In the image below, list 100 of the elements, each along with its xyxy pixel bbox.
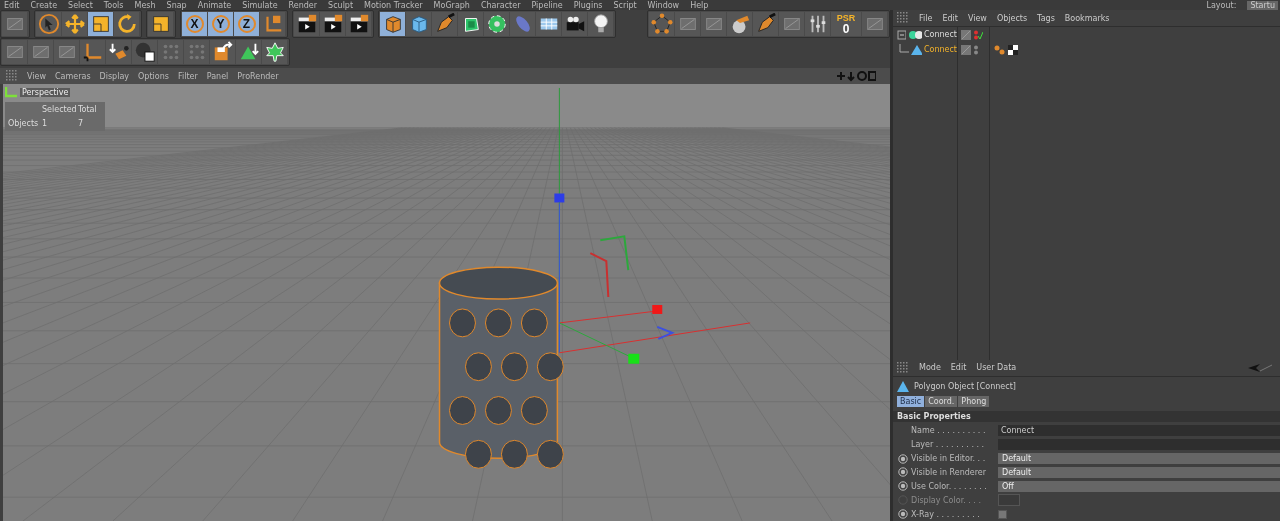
menu-item[interactable]: Mesh <box>134 1 156 10</box>
psr-button[interactable]: PSR 0 <box>831 12 861 36</box>
grip-icon <box>6 70 18 82</box>
toolbar-button[interactable] <box>210 40 235 64</box>
toolbar-button[interactable] <box>294 12 319 36</box>
menu-item[interactable]: MoGraph <box>433 1 470 10</box>
checkbox[interactable] <box>998 509 1007 519</box>
menu-item[interactable]: Sculpt <box>328 1 354 10</box>
field-label: Display Color. . . . <box>911 495 982 505</box>
object-title: Polygon Object [Connect] <box>914 381 1016 391</box>
maple-leaf-icon <box>263 41 286 63</box>
menu-item[interactable]: Plugins <box>573 1 603 10</box>
field-label: Layer . . . . . . . . . . <box>911 440 986 450</box>
color-swatch[interactable] <box>998 494 1020 507</box>
stats-header: Selected <box>42 105 78 114</box>
stats-value: 1 <box>42 119 49 128</box>
menu-item[interactable]: Tags <box>1037 13 1055 23</box>
object-name[interactable]: Connect <box>923 30 957 39</box>
menu-item[interactable]: Animate <box>197 1 232 10</box>
menu-item[interactable]: Display <box>99 71 130 81</box>
axis-lock-button[interactable]: Y <box>208 12 233 36</box>
menu-item[interactable]: Mode <box>919 363 941 373</box>
menu-item[interactable]: Filter <box>177 71 198 81</box>
menu-item[interactable]: File <box>919 13 933 23</box>
toolbar-button[interactable] <box>588 12 613 36</box>
menu-item[interactable]: View <box>967 13 987 23</box>
points-icon <box>650 13 673 35</box>
menu-item[interactable]: Objects <box>996 13 1028 23</box>
toolbar-button[interactable] <box>346 12 371 36</box>
menu-item[interactable]: Create <box>30 1 58 10</box>
move-cross-icon <box>63 13 86 35</box>
stats-value: 7 <box>78 119 85 128</box>
tab[interactable]: Basic <box>897 395 925 407</box>
view-navigation-icon[interactable] <box>836 70 876 82</box>
menu-item[interactable]: ProRender <box>237 71 279 81</box>
menu-item[interactable]: Edit <box>942 13 958 23</box>
menu-item[interactable]: Simulate <box>242 1 278 10</box>
sphere-square-icon <box>133 41 156 63</box>
rotate-ring-icon <box>115 13 138 35</box>
tab[interactable]: Coord. <box>925 395 958 407</box>
keyframe-radio-icon[interactable] <box>898 467 908 478</box>
polygon-object-icon <box>911 44 922 55</box>
menu-item[interactable]: Tools <box>103 1 124 10</box>
point-tag-icon[interactable] <box>994 44 1006 55</box>
toolbar-button[interactable] <box>106 40 131 64</box>
keyframe-radio-icon[interactable] <box>898 481 908 492</box>
expand-icon[interactable] <box>897 29 906 40</box>
tree-line-icon <box>897 43 910 56</box>
section-header: Basic Properties <box>893 410 1280 422</box>
menu-item[interactable]: Select <box>68 1 93 10</box>
menu-item[interactable]: Edit <box>950 363 967 373</box>
text-field[interactable]: Connect <box>998 425 1280 437</box>
checker-tag-icon[interactable] <box>1008 44 1018 55</box>
menu-item[interactable]: Help <box>690 1 709 10</box>
cursor-icon <box>37 13 60 35</box>
toolbar-button[interactable] <box>562 12 587 36</box>
toolbar-button[interactable] <box>536 12 561 36</box>
menu-item[interactable]: View <box>27 71 46 81</box>
field-label: Visible in Editor. . . <box>911 454 987 464</box>
menu-item[interactable]: Script <box>613 1 637 10</box>
menu-item[interactable]: Character <box>480 1 521 10</box>
menu-item[interactable]: Motion Tracker <box>364 1 423 10</box>
toolbar-button[interactable] <box>36 12 61 36</box>
field-label: Use Color. . . . . . . . <box>911 481 988 491</box>
menu-item[interactable]: Edit <box>4 1 20 10</box>
visibility-toggles-icon[interactable] <box>961 29 983 40</box>
object-name[interactable]: Connect <box>923 45 957 54</box>
menu-item[interactable]: Options <box>138 71 169 81</box>
toolbar-button[interactable] <box>753 12 778 36</box>
grip-icon <box>897 12 909 24</box>
axis-lock-button[interactable]: Z <box>234 12 259 36</box>
dropdown[interactable]: Default <box>998 453 1280 465</box>
toolbar-button[interactable] <box>432 12 457 36</box>
layout-label: Layout: <box>1206 1 1237 10</box>
toolbar-button[interactable] <box>458 12 483 36</box>
menu-item[interactable]: Snap <box>166 1 187 10</box>
menu-item[interactable]: Panel <box>206 71 229 81</box>
toolbar-button[interactable] <box>236 40 261 64</box>
stats-header: Total <box>78 105 98 114</box>
layout-dropdown[interactable]: Startu <box>1247 1 1278 10</box>
dropdown[interactable]: Default <box>998 466 1280 478</box>
stats-label: Objects <box>8 119 40 128</box>
axis-lock-button[interactable]: X <box>182 12 207 36</box>
keyframe-radio-icon[interactable] <box>898 453 908 464</box>
connector-object-icon <box>907 29 922 40</box>
toolbar-button[interactable] <box>320 12 345 36</box>
menu-item[interactable]: Pipeline <box>531 1 563 10</box>
menu-item[interactable]: User Data <box>976 363 1017 373</box>
visibility-toggles-icon[interactable] <box>961 44 979 55</box>
menu-item[interactable]: Window <box>647 1 680 10</box>
menu-item[interactable]: Bookmarks <box>1064 13 1110 23</box>
dropdown[interactable]: Off <box>998 480 1280 492</box>
menu-item[interactable]: Render <box>288 1 318 10</box>
field-label: Visible in Renderer <box>911 467 988 477</box>
bracket-icon <box>5 86 19 98</box>
field-label: Name . . . . . . . . . . <box>911 426 987 436</box>
keyframe-radio-icon[interactable] <box>898 509 908 520</box>
menu-item[interactable]: Cameras <box>55 71 91 81</box>
toolbar-button[interactable] <box>132 40 157 64</box>
tab[interactable]: Phong <box>958 395 990 407</box>
